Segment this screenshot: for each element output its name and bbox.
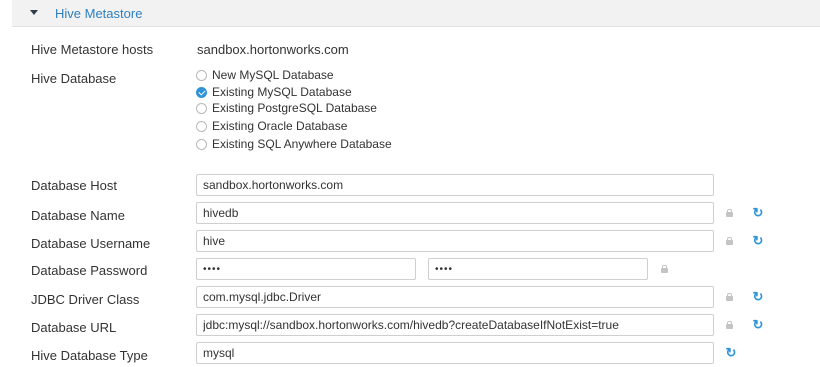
lock-icon[interactable] — [726, 293, 733, 301]
radio-label: Existing Oracle Database — [212, 119, 348, 133]
db-name-label: Database Name — [31, 208, 125, 223]
radio-existing-postgresql[interactable]: Existing PostgreSQL Database — [196, 100, 377, 116]
radio-label: New MySQL Database — [212, 68, 334, 82]
db-password-confirm-input[interactable] — [428, 258, 648, 280]
radio-existing-mysql[interactable]: Existing MySQL Database — [196, 84, 352, 100]
hosts-label: Hive Metastore hosts — [31, 42, 154, 57]
db-name-input[interactable] — [196, 202, 714, 224]
lock-icon[interactable] — [726, 321, 733, 329]
radio-label: Existing PostgreSQL Database — [212, 101, 377, 115]
refresh-icon[interactable]: ↻ — [724, 346, 738, 360]
lock-icon[interactable] — [661, 265, 668, 273]
radio-button-checked[interactable] — [196, 86, 207, 98]
jdbc-driver-input[interactable] — [196, 286, 714, 308]
section-title[interactable]: Hive Metastore — [55, 6, 142, 21]
radio-label: Existing MySQL Database — [212, 85, 352, 99]
refresh-icon[interactable]: ↻ — [751, 206, 765, 220]
db-url-input[interactable] — [196, 314, 714, 336]
db-type-label: Hive Database Type — [31, 348, 148, 363]
radio-new-mysql[interactable]: New MySQL Database — [196, 67, 334, 83]
section-header-hive-metastore[interactable]: Hive Metastore — [12, 0, 820, 27]
refresh-icon[interactable]: ↻ — [751, 234, 765, 248]
db-username-label: Database Username — [31, 236, 151, 251]
db-username-input[interactable] — [196, 230, 714, 252]
db-host-label: Database Host — [31, 178, 117, 193]
refresh-icon[interactable]: ↻ — [751, 290, 765, 304]
refresh-icon[interactable]: ↻ — [751, 318, 765, 332]
radio-label: Existing SQL Anywhere Database — [212, 137, 392, 151]
lock-icon[interactable] — [726, 237, 733, 245]
lock-icon[interactable] — [726, 209, 733, 217]
db-url-label: Database URL — [31, 320, 117, 335]
db-password-input[interactable] — [196, 258, 416, 280]
radio-button[interactable] — [196, 102, 207, 114]
radio-button[interactable] — [196, 120, 207, 132]
caret-down-icon[interactable] — [30, 10, 38, 15]
jdbc-driver-label: JDBC Driver Class — [31, 292, 140, 307]
radio-button[interactable] — [196, 69, 207, 81]
radio-existing-oracle[interactable]: Existing Oracle Database — [196, 118, 347, 134]
db-password-label: Database Password — [31, 263, 148, 278]
radio-existing-sql-anywhere[interactable]: Existing SQL Anywhere Database — [196, 136, 392, 152]
hosts-value: sandbox.hortonworks.com — [197, 42, 349, 57]
db-host-input[interactable] — [196, 174, 714, 196]
radio-button[interactable] — [196, 138, 207, 150]
db-type-input[interactable] — [196, 342, 714, 364]
hive-database-label: Hive Database — [31, 71, 117, 86]
